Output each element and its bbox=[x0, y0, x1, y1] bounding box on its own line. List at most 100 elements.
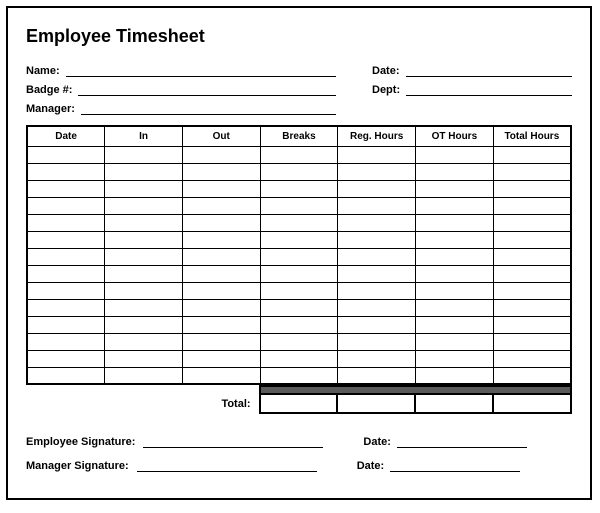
cell[interactable] bbox=[260, 231, 338, 248]
cell[interactable] bbox=[182, 163, 260, 180]
cell[interactable] bbox=[105, 248, 183, 265]
sum-total[interactable] bbox=[493, 394, 571, 413]
sum-reg[interactable] bbox=[337, 394, 415, 413]
cell[interactable] bbox=[260, 299, 338, 316]
cell[interactable] bbox=[338, 180, 416, 197]
cell[interactable] bbox=[416, 333, 494, 350]
sum-breaks[interactable] bbox=[260, 394, 338, 413]
cell[interactable] bbox=[493, 197, 571, 214]
cell[interactable] bbox=[338, 299, 416, 316]
badge-line[interactable] bbox=[78, 84, 336, 96]
cell[interactable] bbox=[182, 180, 260, 197]
cell[interactable] bbox=[105, 265, 183, 282]
sum-ot[interactable] bbox=[415, 394, 493, 413]
cell[interactable] bbox=[416, 367, 494, 384]
cell[interactable] bbox=[338, 333, 416, 350]
cell[interactable] bbox=[27, 214, 105, 231]
cell[interactable] bbox=[493, 265, 571, 282]
cell[interactable] bbox=[27, 197, 105, 214]
cell[interactable] bbox=[260, 163, 338, 180]
cell[interactable] bbox=[493, 146, 571, 163]
cell[interactable] bbox=[182, 197, 260, 214]
cell[interactable] bbox=[338, 265, 416, 282]
cell[interactable] bbox=[260, 265, 338, 282]
cell[interactable] bbox=[105, 350, 183, 367]
cell[interactable] bbox=[27, 333, 105, 350]
cell[interactable] bbox=[182, 265, 260, 282]
cell[interactable] bbox=[105, 299, 183, 316]
date-line[interactable] bbox=[406, 65, 572, 77]
cell[interactable] bbox=[105, 282, 183, 299]
cell[interactable] bbox=[493, 282, 571, 299]
cell[interactable] bbox=[338, 282, 416, 299]
cell[interactable] bbox=[260, 282, 338, 299]
cell[interactable] bbox=[493, 248, 571, 265]
cell[interactable] bbox=[260, 333, 338, 350]
dept-line[interactable] bbox=[406, 84, 572, 96]
cell[interactable] bbox=[105, 180, 183, 197]
cell[interactable] bbox=[416, 316, 494, 333]
cell[interactable] bbox=[338, 163, 416, 180]
cell[interactable] bbox=[182, 214, 260, 231]
cell[interactable] bbox=[182, 146, 260, 163]
manager-sig-line[interactable] bbox=[137, 460, 317, 472]
cell[interactable] bbox=[105, 367, 183, 384]
cell[interactable] bbox=[416, 265, 494, 282]
cell[interactable] bbox=[260, 350, 338, 367]
cell[interactable] bbox=[105, 197, 183, 214]
cell[interactable] bbox=[493, 214, 571, 231]
cell[interactable] bbox=[182, 350, 260, 367]
name-line[interactable] bbox=[66, 65, 336, 77]
cell[interactable] bbox=[416, 282, 494, 299]
cell[interactable] bbox=[416, 299, 494, 316]
cell[interactable] bbox=[27, 350, 105, 367]
cell[interactable] bbox=[182, 316, 260, 333]
cell[interactable] bbox=[338, 146, 416, 163]
cell[interactable] bbox=[27, 146, 105, 163]
cell[interactable] bbox=[260, 146, 338, 163]
cell[interactable] bbox=[493, 350, 571, 367]
cell[interactable] bbox=[27, 367, 105, 384]
cell[interactable] bbox=[493, 367, 571, 384]
cell[interactable] bbox=[338, 316, 416, 333]
cell[interactable] bbox=[493, 163, 571, 180]
cell[interactable] bbox=[416, 350, 494, 367]
cell[interactable] bbox=[416, 180, 494, 197]
cell[interactable] bbox=[105, 333, 183, 350]
cell[interactable] bbox=[338, 367, 416, 384]
cell[interactable] bbox=[27, 265, 105, 282]
cell[interactable] bbox=[182, 248, 260, 265]
cell[interactable] bbox=[493, 231, 571, 248]
cell[interactable] bbox=[338, 350, 416, 367]
manager-sig-date-line[interactable] bbox=[390, 460, 520, 472]
employee-sig-date-line[interactable] bbox=[397, 436, 527, 448]
manager-line[interactable] bbox=[81, 103, 336, 115]
cell[interactable] bbox=[260, 367, 338, 384]
cell[interactable] bbox=[182, 231, 260, 248]
cell[interactable] bbox=[105, 316, 183, 333]
cell[interactable] bbox=[260, 180, 338, 197]
cell[interactable] bbox=[338, 197, 416, 214]
cell[interactable] bbox=[338, 248, 416, 265]
cell[interactable] bbox=[27, 180, 105, 197]
cell[interactable] bbox=[182, 333, 260, 350]
cell[interactable] bbox=[27, 163, 105, 180]
cell[interactable] bbox=[27, 316, 105, 333]
cell[interactable] bbox=[416, 163, 494, 180]
cell[interactable] bbox=[105, 163, 183, 180]
cell[interactable] bbox=[260, 316, 338, 333]
cell[interactable] bbox=[182, 367, 260, 384]
cell[interactable] bbox=[105, 214, 183, 231]
cell[interactable] bbox=[182, 299, 260, 316]
cell[interactable] bbox=[260, 214, 338, 231]
cell[interactable] bbox=[416, 146, 494, 163]
cell[interactable] bbox=[105, 146, 183, 163]
cell[interactable] bbox=[260, 197, 338, 214]
cell[interactable] bbox=[27, 282, 105, 299]
cell[interactable] bbox=[493, 299, 571, 316]
cell[interactable] bbox=[27, 248, 105, 265]
cell[interactable] bbox=[182, 282, 260, 299]
cell[interactable] bbox=[27, 299, 105, 316]
cell[interactable] bbox=[27, 231, 105, 248]
employee-sig-line[interactable] bbox=[143, 436, 323, 448]
